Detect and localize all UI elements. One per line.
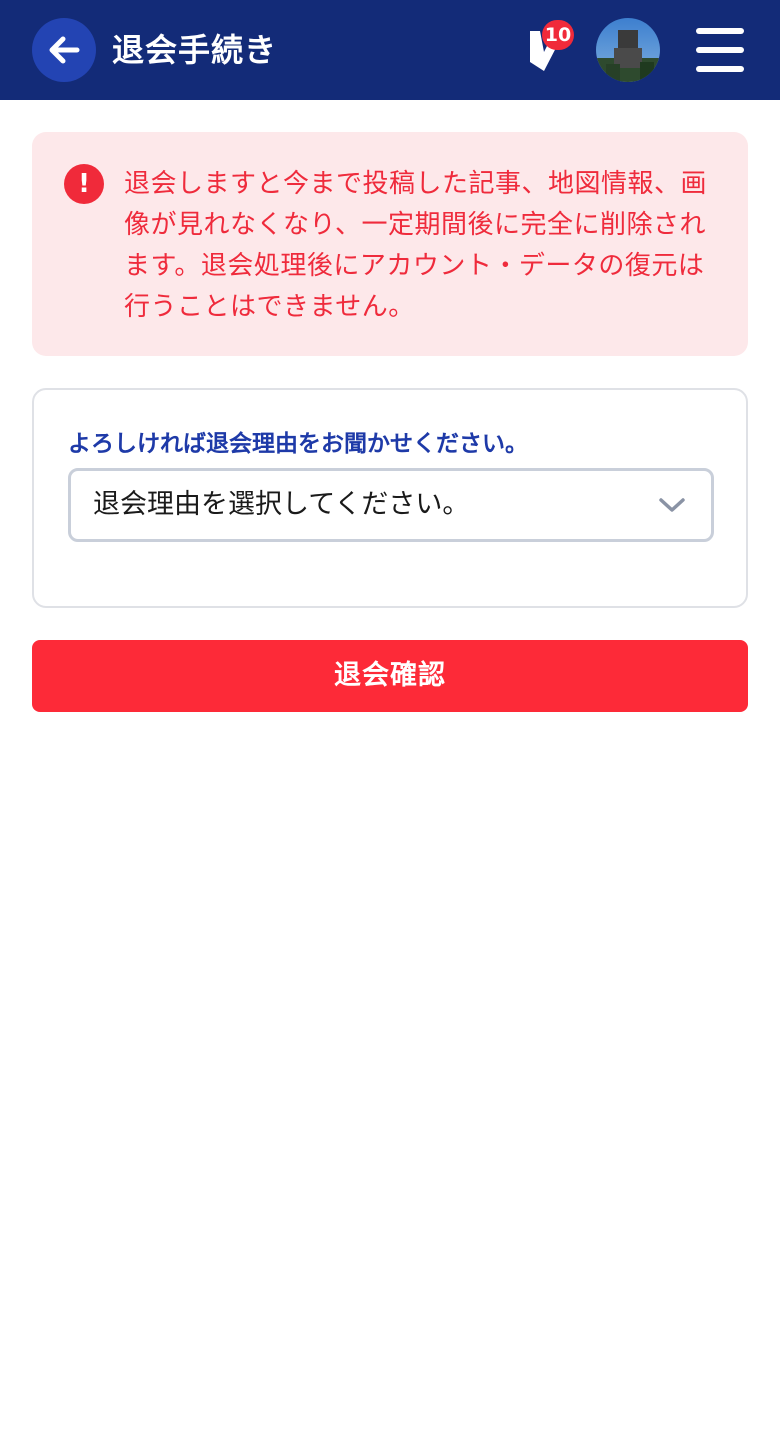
hamburger-menu-icon[interactable] <box>690 24 750 76</box>
reason-label: よろしければ退会理由をお聞かせください。 <box>68 431 528 457</box>
page-title: 退会手続き <box>112 31 278 69</box>
withdraw-confirm-button[interactable]: 退会確認 <box>32 640 748 712</box>
warning-message: 退会しますと今まで投稿した記事、地図情報、画像が見れなくなり、一定期間後に完全に… <box>124 169 708 322</box>
notification-count-badge: 10 <box>542 20 574 50</box>
exclamation-circle-icon: ! <box>64 164 104 204</box>
back-button[interactable] <box>32 18 96 82</box>
reason-select[interactable]: 退会理由を選択してください。 <box>68 468 714 542</box>
reason-card: よろしければ退会理由をお聞かせください。 退会理由を選択してください。 <box>32 388 748 608</box>
chevron-down-icon <box>659 498 685 512</box>
avatar[interactable] <box>596 18 660 82</box>
user-avatar-image <box>596 18 660 82</box>
app-header: 退会手続き 10 <box>0 0 780 100</box>
reason-select-value: 退会理由を選択してください。 <box>93 489 470 520</box>
withdrawal-warning: ! 退会しますと今まで投稿した記事、地図情報、画像が見れなくなり、一定期間後に完… <box>32 132 748 356</box>
arrow-left-icon <box>49 36 80 64</box>
